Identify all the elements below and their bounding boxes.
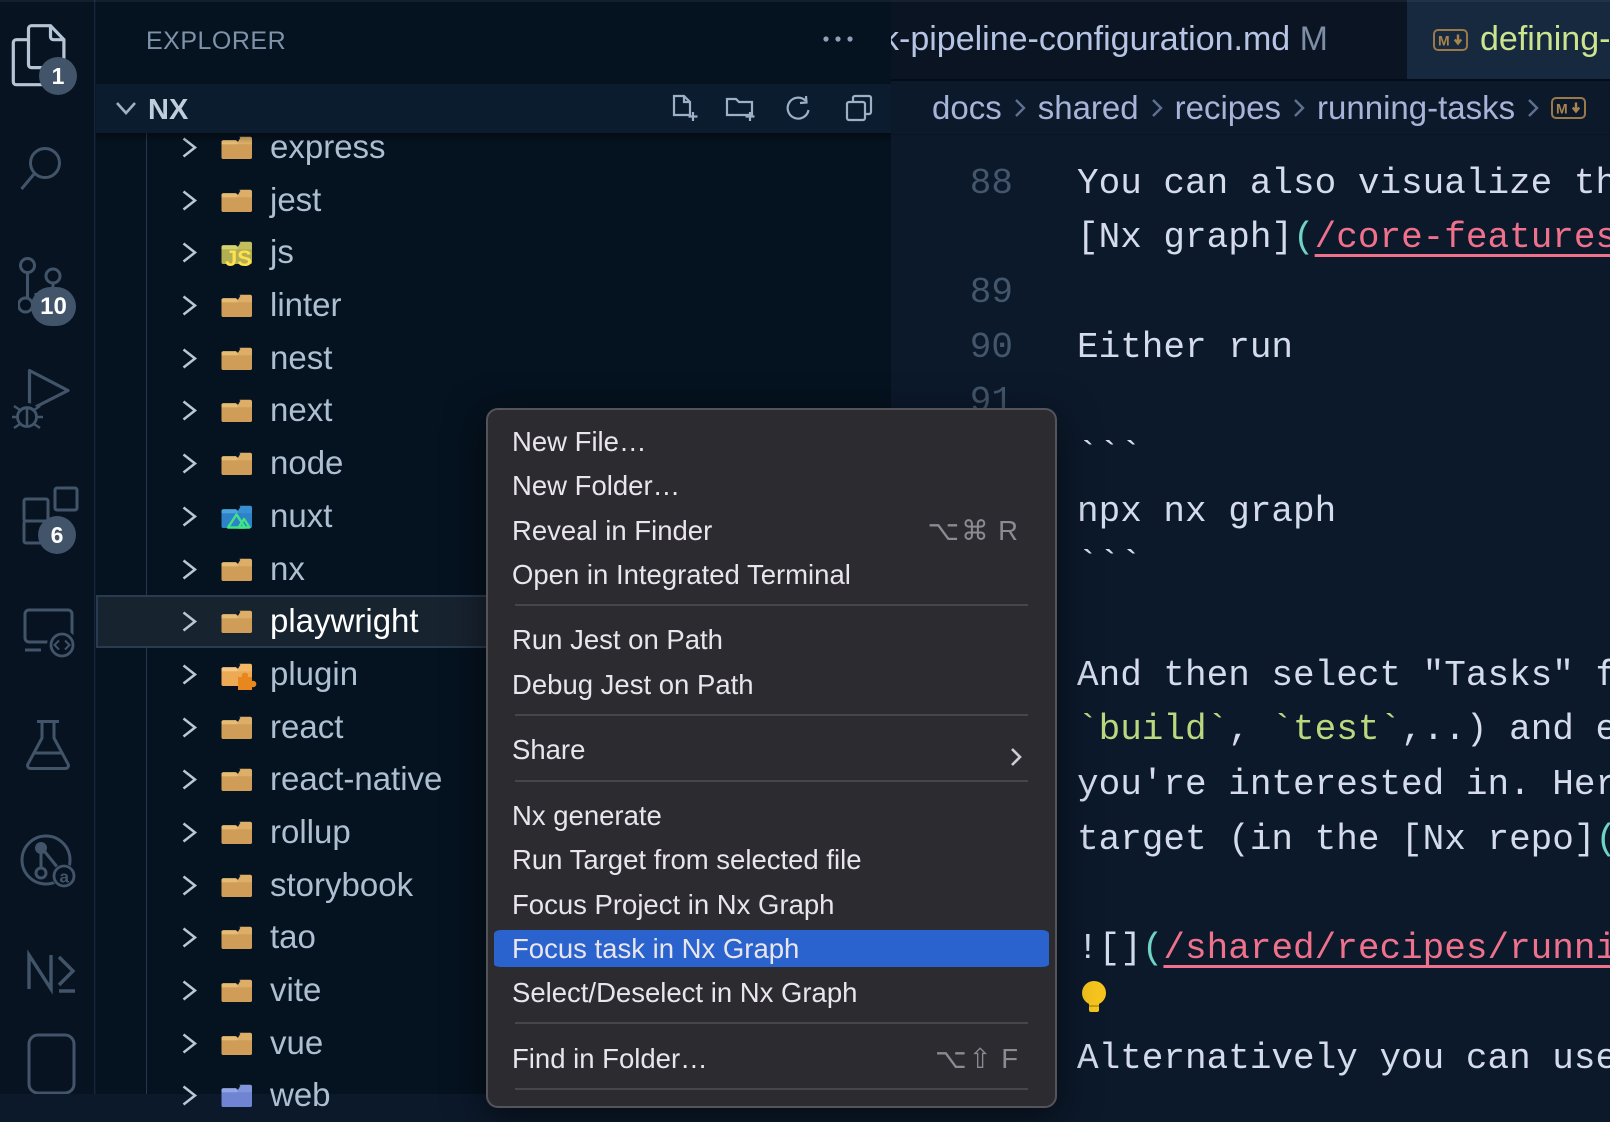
svg-text:M: M	[1556, 101, 1568, 117]
svg-text:M: M	[1438, 33, 1450, 49]
svg-text:a: a	[59, 868, 69, 887]
